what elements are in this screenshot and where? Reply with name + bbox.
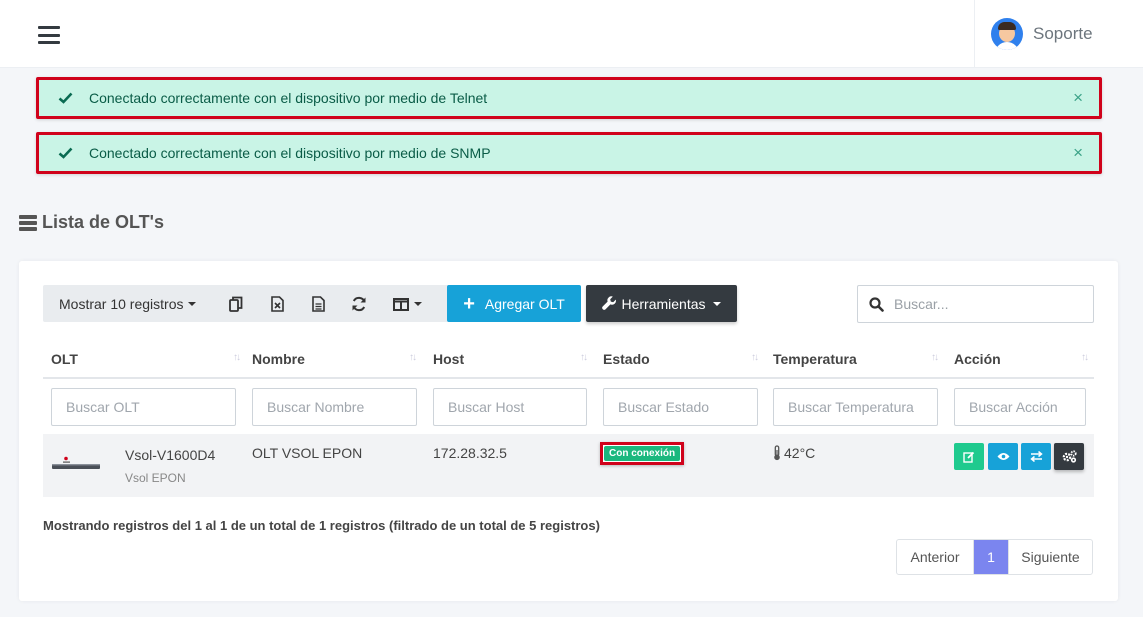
settings-button[interactable] xyxy=(1054,443,1084,470)
filter-nombre-input[interactable] xyxy=(253,389,416,425)
filter-temperatura xyxy=(773,388,938,426)
check-icon xyxy=(57,145,73,161)
olt-device-image xyxy=(52,456,100,469)
filter-temperatura-input[interactable] xyxy=(774,389,937,425)
eye-icon xyxy=(997,453,1009,460)
status-badge-highlight: Con conexión xyxy=(600,442,685,465)
exchange-icon xyxy=(1029,451,1043,462)
temperature-value: 42°C xyxy=(784,445,816,461)
server-icon xyxy=(19,214,37,231)
pagination-next[interactable]: Siguiente xyxy=(1008,540,1092,574)
add-olt-button[interactable]: + Agregar OLT xyxy=(447,285,581,322)
columns-icon[interactable] xyxy=(393,295,427,313)
olt-brand: Vsol EPON xyxy=(125,471,186,485)
alert-snmp: Conectado correctamente con el dispositi… xyxy=(36,132,1102,174)
avatar xyxy=(991,18,1023,50)
user-menu[interactable]: Soporte xyxy=(974,0,1143,68)
olt-model: Vsol-V1600D4 xyxy=(125,447,216,463)
sort-icon: ↑↓ xyxy=(580,352,588,363)
close-icon[interactable]: × xyxy=(1073,89,1083,106)
pagination-page-1[interactable]: 1 xyxy=(974,540,1008,574)
status-badge: Con conexión xyxy=(604,446,681,461)
refresh-icon[interactable] xyxy=(350,295,368,313)
menu-toggle-icon[interactable] xyxy=(38,26,60,44)
alert-message: Conectado correctamente con el dispositi… xyxy=(89,90,488,106)
olt-name: OLT VSOL EPON xyxy=(252,445,363,461)
column-header-estado[interactable]: Estado ↑↓ xyxy=(603,340,759,378)
search-icon xyxy=(869,296,884,312)
sort-icon: ↑↓ xyxy=(1081,352,1089,363)
column-header-temperatura[interactable]: Temperatura ↑↓ xyxy=(773,340,939,378)
filter-host xyxy=(433,388,587,426)
tools-label: Herramientas xyxy=(621,295,706,312)
filter-olt-input[interactable] xyxy=(52,389,235,425)
olt-host: 172.28.32.5 xyxy=(433,445,507,461)
filter-host-input[interactable] xyxy=(434,389,586,425)
close-icon[interactable]: × xyxy=(1073,144,1083,161)
table-toolbar: Mostrar 10 registros xyxy=(43,285,461,322)
pagination: Anterior 1 Siguiente xyxy=(896,539,1093,575)
page-title-text: Lista de OLT's xyxy=(42,212,164,232)
tools-dropdown-button[interactable]: Herramientas xyxy=(586,285,737,322)
copy-icon[interactable] xyxy=(227,295,245,313)
sort-icon: ↑↓ xyxy=(931,352,939,363)
user-name: Soporte xyxy=(1033,24,1093,43)
column-header-nombre[interactable]: Nombre ↑↓ xyxy=(252,340,417,378)
add-olt-label: Agregar OLT xyxy=(484,295,565,312)
sort-icon: ↑↓ xyxy=(409,352,417,363)
excel-icon[interactable] xyxy=(268,295,286,313)
table-info: Mostrando registros del 1 al 1 de un tot… xyxy=(43,518,600,533)
table-search xyxy=(857,285,1094,323)
page-length-label: Mostrar 10 registros xyxy=(59,295,184,312)
check-icon xyxy=(57,90,73,106)
edit-icon xyxy=(963,451,975,463)
search-input[interactable] xyxy=(894,296,1074,312)
filter-accion xyxy=(954,388,1086,426)
alert-message: Conectado correctamente con el dispositi… xyxy=(89,145,491,161)
page-title: Lista de OLT's xyxy=(19,212,164,233)
thermometer-icon xyxy=(773,445,781,461)
olt-list-card: Mostrar 10 registros + Agregar OLT Herra… xyxy=(19,261,1118,601)
sort-icon: ↑↓ xyxy=(751,352,759,363)
column-header-accion[interactable]: Acción ↑↓ xyxy=(954,340,1089,378)
filter-nombre xyxy=(252,388,417,426)
edit-button[interactable] xyxy=(954,443,984,470)
filter-estado xyxy=(603,388,758,426)
wrench-icon xyxy=(602,296,617,311)
page-length-dropdown[interactable]: Mostrar 10 registros xyxy=(59,295,197,312)
view-button[interactable] xyxy=(988,443,1018,470)
plus-icon: + xyxy=(463,292,475,315)
header-divider xyxy=(43,377,1094,379)
csv-icon[interactable] xyxy=(309,295,327,313)
filter-estado-input[interactable] xyxy=(604,389,757,425)
olt-temperature: 42°C xyxy=(773,445,815,461)
filter-accion-input[interactable] xyxy=(955,389,1085,425)
caret-down-icon xyxy=(188,301,197,306)
sort-icon: ↑↓ xyxy=(233,352,241,363)
table-row: Vsol-V1600D4 Vsol EPON OLT VSOL EPON 172… xyxy=(43,434,1094,497)
pagination-previous[interactable]: Anterior xyxy=(897,540,974,574)
alert-telnet: Conectado correctamente con el dispositi… xyxy=(36,77,1102,119)
caret-down-icon xyxy=(712,301,721,306)
caret-down-icon xyxy=(414,302,422,306)
cogs-icon xyxy=(1062,450,1077,463)
transfer-button[interactable] xyxy=(1021,443,1051,470)
column-header-host[interactable]: Host ↑↓ xyxy=(433,340,588,378)
filter-olt xyxy=(51,388,236,426)
column-header-olt[interactable]: OLT ↑↓ xyxy=(51,340,241,378)
top-navbar: Soporte xyxy=(0,0,1143,68)
